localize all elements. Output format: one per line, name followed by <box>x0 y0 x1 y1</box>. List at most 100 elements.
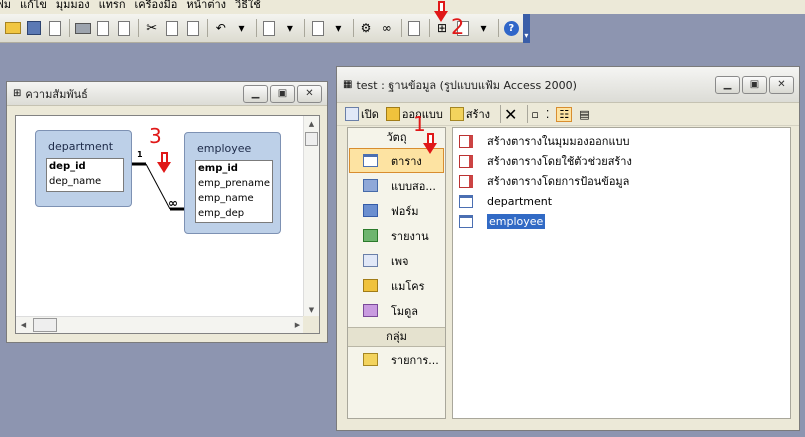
object-label: ตาราง <box>391 154 422 168</box>
relationships-window: ⊞ ความสัมพันธ์ ▁ ▣ ✕ department dep_id d… <box>6 81 328 343</box>
list-item[interactable]: สร้างตารางโดยการป้อนข้อมูล <box>453 171 790 191</box>
menu-tools[interactable]: เครื่องมือ <box>135 0 187 11</box>
relationships-window-icon: ⊞ <box>13 88 22 99</box>
page-icon <box>363 254 378 267</box>
object-label: ฟอร์ม <box>391 204 419 218</box>
open-button[interactable]: เปิด <box>345 105 379 123</box>
open-label: เปิด <box>361 108 379 121</box>
list-view-icon[interactable]: ☷ <box>556 106 573 122</box>
print-icon[interactable] <box>73 18 92 38</box>
item-label: employee <box>487 213 546 229</box>
maximize-button[interactable]: ▣ <box>742 75 767 94</box>
new-object-dropdown-icon[interactable]: ▾ <box>474 18 493 38</box>
help-icon[interactable]: ? <box>502 18 521 38</box>
code-icon[interactable]: ⚙ <box>357 18 376 38</box>
spelling-icon[interactable] <box>115 18 134 38</box>
table-icon <box>459 214 473 228</box>
toolbar-options-icon[interactable]: ▾ <box>522 13 531 43</box>
scroll-down-icon[interactable]: ▼ <box>304 302 319 317</box>
item-label: department <box>487 194 553 208</box>
toolbar-separator <box>500 105 501 123</box>
groups-header[interactable]: กลุ่ม <box>348 327 445 347</box>
undo-icon[interactable]: ↶ <box>211 18 230 38</box>
maximize-button[interactable]: ▣ <box>270 84 295 103</box>
cut-icon[interactable]: ✂ <box>142 18 161 38</box>
list-item[interactable]: department <box>453 191 790 211</box>
toolbar-separator <box>527 105 529 123</box>
menu-insert[interactable]: แทรก <box>99 0 135 11</box>
annotation-arrow-down-icon <box>423 133 438 155</box>
wizard-icon <box>459 134 473 148</box>
scroll-up-icon[interactable]: ▲ <box>304 116 319 131</box>
toolbar-separator <box>352 19 354 37</box>
delete-icon[interactable]: ✕ <box>504 105 517 124</box>
horizontal-scrollbar[interactable]: ◀ ▶ <box>16 316 305 333</box>
object-macros[interactable]: แมโคร <box>349 273 444 298</box>
close-button[interactable]: ✕ <box>297 84 322 103</box>
script-icon[interactable]: ∞ <box>377 18 396 38</box>
object-list-pane[interactable]: สร้างตารางในมุมมองออกแบบ สร้างตารางโดยใช… <box>452 127 791 419</box>
design-icon <box>385 107 400 121</box>
search-icon[interactable] <box>45 18 64 38</box>
annotation-number: 2 <box>451 15 465 39</box>
list-item-selected[interactable]: employee <box>453 211 790 231</box>
new-icon[interactable] <box>4 18 23 38</box>
list-item[interactable]: สร้างตารางโดยใช้ตัวช่วยสร้าง <box>453 151 790 171</box>
relationships-canvas[interactable]: department dep_id dep_name employee emp_… <box>15 115 320 334</box>
details-view-icon[interactable]: ▤ <box>579 108 589 121</box>
office-links-icon[interactable] <box>260 18 279 38</box>
scroll-left-icon[interactable]: ◀ <box>16 317 31 332</box>
minimize-button[interactable]: ▁ <box>715 75 740 94</box>
annotation-arrow-down-icon <box>157 152 172 174</box>
item-label: สร้างตารางโดยการป้อนข้อมูล <box>487 175 630 188</box>
database-title: test : ฐานข้อมูล (รูปแบบแฟ้ม Access 2000… <box>356 78 577 92</box>
database-window-icon: ▦ <box>343 79 353 90</box>
undo-dropdown-icon[interactable]: ▾ <box>232 18 251 38</box>
wizard-icon <box>459 154 473 168</box>
properties-icon[interactable] <box>405 18 424 38</box>
group-favorites[interactable]: รายการ... <box>349 347 444 372</box>
toolbar-separator <box>304 19 306 37</box>
scroll-thumb[interactable] <box>33 318 57 332</box>
annotation-number: 3 <box>149 124 162 148</box>
menu-help[interactable]: วิธีใช้ <box>235 0 270 11</box>
relationship-many-label: ∞ <box>168 196 178 210</box>
menu-window[interactable]: หน้าต่าง <box>186 0 235 11</box>
favorites-icon <box>363 353 378 366</box>
large-icons-icon[interactable]: ▫ <box>531 108 538 121</box>
minimize-button[interactable]: ▁ <box>243 84 268 103</box>
analyze-icon[interactable] <box>308 18 327 38</box>
object-modules[interactable]: โมดูล <box>349 298 444 323</box>
paste-icon[interactable] <box>184 18 203 38</box>
menu-file[interactable]: ฟม <box>0 0 20 11</box>
module-icon <box>363 304 378 317</box>
object-pages[interactable]: เพจ <box>349 248 444 273</box>
copy-icon[interactable] <box>163 18 182 38</box>
print-preview-icon[interactable] <box>94 18 113 38</box>
analyze-dropdown-icon[interactable]: ▾ <box>329 18 348 38</box>
small-icons-icon[interactable]: ⁚ <box>546 108 550 121</box>
object-label: แบบสอ... <box>391 179 436 193</box>
item-label: สร้างตารางในมุมมองออกแบบ <box>487 135 630 148</box>
list-item[interactable]: สร้างตารางในมุมมองออกแบบ <box>453 131 790 151</box>
object-label: รายงาน <box>391 229 429 243</box>
new-button[interactable]: สร้าง <box>449 105 490 123</box>
menu-view[interactable]: มุมมอง <box>56 0 99 11</box>
scroll-thumb[interactable] <box>305 132 318 146</box>
open-icon <box>345 107 359 121</box>
table-icon <box>459 194 473 208</box>
database-titlebar[interactable]: ▦ test : ฐานข้อมูล (รูปแบบแฟ้ม Access 20… <box>337 67 799 103</box>
form-icon <box>363 204 378 217</box>
object-forms[interactable]: ฟอร์ม <box>349 198 444 223</box>
save-icon[interactable] <box>25 18 44 38</box>
object-reports[interactable]: รายงาน <box>349 223 444 248</box>
relationships-titlebar[interactable]: ⊞ ความสัมพันธ์ ▁ ▣ ✕ <box>7 82 327 106</box>
close-button[interactable]: ✕ <box>769 75 794 94</box>
database-toolbar: เปิด ออกแบบ สร้าง ✕ ▫ ⁚ ☷ ▤ <box>337 103 799 126</box>
vertical-scrollbar[interactable]: ▲ ▼ <box>303 116 319 317</box>
object-queries[interactable]: แบบสอ... <box>349 173 444 198</box>
menu-edit[interactable]: แก้ไข <box>20 0 56 11</box>
toolbar-separator <box>428 19 430 37</box>
office-links-dropdown-icon[interactable]: ▾ <box>281 18 300 38</box>
group-label: รายการ... <box>391 353 439 367</box>
